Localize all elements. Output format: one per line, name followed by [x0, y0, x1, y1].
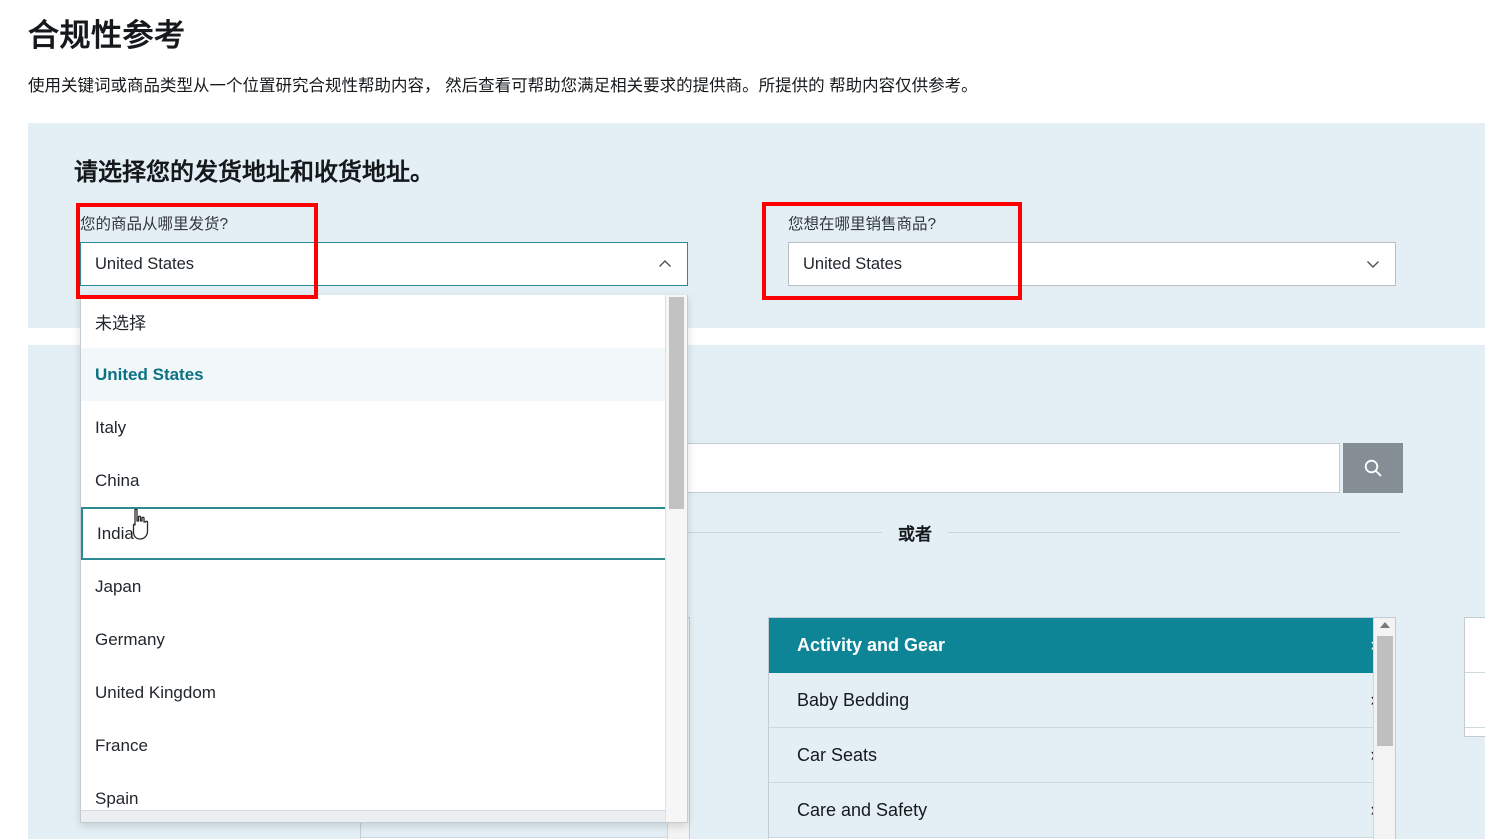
- chevron-down-icon[interactable]: [1365, 256, 1381, 272]
- location-section-title: 请选择您的发货地址和收货地址。: [74, 159, 434, 186]
- or-label: 或者: [898, 525, 932, 544]
- dropdown-option-united-states[interactable]: United States: [81, 348, 687, 401]
- sell-to-select[interactable]: United States: [788, 242, 1396, 286]
- scroll-thumb[interactable]: [1377, 636, 1393, 746]
- ship-from-field: 您的商品从哪里发货? United States: [80, 212, 688, 286]
- category-row[interactable]: [1465, 673, 1485, 728]
- sell-to-label: 您想在哪里销售商品?: [788, 216, 937, 233]
- dropdown-option-united-kingdom[interactable]: United Kingdom: [81, 666, 687, 719]
- category-row[interactable]: [1465, 618, 1485, 673]
- dropdown-option-japan[interactable]: Japan: [81, 560, 687, 613]
- dropdown-option-italy[interactable]: Italy: [81, 401, 687, 454]
- scroll-up-arrow-icon[interactable]: [1379, 622, 1390, 628]
- dropdown-option-france[interactable]: France: [81, 719, 687, 772]
- ship-from-select[interactable]: United States: [80, 242, 688, 286]
- category-label: Activity and Gear: [797, 634, 946, 655]
- ship-from-value: United States: [95, 254, 195, 273]
- sell-to-field: 您想在哪里销售商品? United States: [788, 212, 1396, 286]
- dropdown-option-germany[interactable]: Germany: [81, 613, 687, 666]
- search-button[interactable]: [1343, 443, 1403, 493]
- category-row-baby-bedding[interactable]: Baby Bedding ›: [769, 673, 1395, 728]
- category-label: Car Seats: [797, 744, 878, 765]
- category-row-car-seats[interactable]: Car Seats ›: [769, 728, 1395, 783]
- compliance-reference-page: 合规性参考 使用关键词或商品类型从一个位置研究合规性帮助内容， 然后查看可帮助您…: [0, 0, 1485, 839]
- page-subtitle: 使用关键词或商品类型从一个位置研究合规性帮助内容， 然后查看可帮助您满足相关要求…: [28, 77, 978, 95]
- divider-line-right: [948, 532, 1400, 533]
- search-icon: [1362, 457, 1384, 479]
- dropdown-footer: [81, 810, 687, 822]
- dropdown-option-unselected[interactable]: 未选择: [81, 295, 687, 348]
- category-label: Baby Bedding: [797, 689, 910, 710]
- ship-from-dropdown-list[interactable]: 未选择 United States Italy China India Japa…: [80, 295, 688, 823]
- page-title: 合规性参考: [28, 18, 186, 53]
- category-label: Care and Safety: [797, 799, 928, 820]
- scroll-thumb[interactable]: [669, 297, 684, 509]
- category-panel-level-3[interactable]: [1464, 617, 1485, 737]
- category-panel-level-2[interactable]: Activity and Gear › Baby Bedding › Car S…: [768, 617, 1396, 839]
- sell-to-value: United States: [803, 254, 903, 273]
- dropdown-option-china[interactable]: China: [81, 454, 687, 507]
- dropdown-scrollbar[interactable]: [665, 295, 687, 822]
- panel-2-scrollbar[interactable]: [1373, 618, 1395, 839]
- dropdown-option-india[interactable]: India: [81, 507, 687, 560]
- category-row-activity-and-gear[interactable]: Activity and Gear ›: [769, 618, 1395, 673]
- category-row-care-and-safety[interactable]: Care and Safety ›: [769, 783, 1395, 838]
- chevron-up-icon[interactable]: [657, 256, 673, 272]
- ship-from-label: 您的商品从哪里发货?: [80, 216, 229, 233]
